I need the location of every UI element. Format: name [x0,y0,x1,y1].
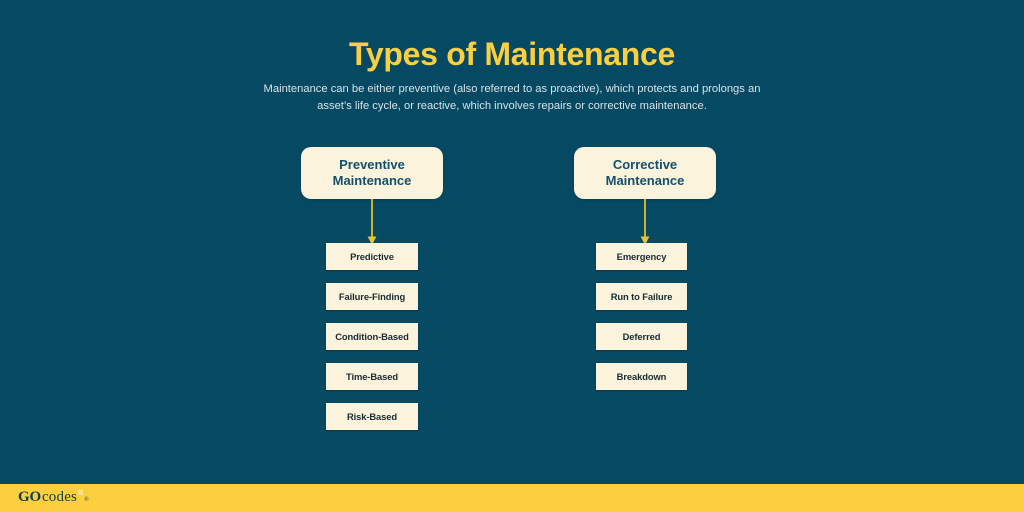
child-box-run-to-failure[interactable]: Run to Failure [596,283,687,310]
branch-box-preventive[interactable]: Preventive Maintenance [301,147,443,199]
child-label: Failure-Finding [338,291,406,302]
page-subtitle: Maintenance can be either preventive (al… [263,83,761,112]
gocodes-logo[interactable]: GO codes ® [18,489,89,506]
children-list-corrective: Emergency Run to Failure Deferred Breakd… [596,243,687,403]
branch-label-line2: Maintenance [605,173,685,188]
connector-arrow-corrective [640,199,650,245]
child-box-predictive[interactable]: Predictive [326,243,418,270]
branch-box-corrective[interactable]: Corrective Maintenance [574,147,716,199]
branch-label-line1: Preventive [339,157,405,172]
child-label: Time-Based [346,371,398,382]
logo-secondary-text: codes [41,489,78,505]
branch-label-line2: Maintenance [332,173,412,188]
child-box-deferred[interactable]: Deferred [596,323,687,350]
child-label: Run to Failure [610,291,673,302]
logo-primary-text: GO [18,489,41,505]
child-label: Breakdown [616,371,667,382]
child-box-emergency[interactable]: Emergency [596,243,687,270]
connector-arrow-preventive [367,199,377,245]
page-title: Types of Maintenance [349,36,675,72]
branch-label-corrective: Corrective Maintenance [606,157,685,189]
logo-registered-mark: ® [84,497,89,503]
child-label: Predictive [350,251,394,262]
child-box-time-based[interactable]: Time-Based [326,363,418,390]
infographic-canvas: Types of Maintenance Maintenance can be … [0,0,1024,512]
child-box-condition-based[interactable]: Condition-Based [326,323,418,350]
footer-bar: GO codes ® [0,484,1024,512]
child-box-failure-finding[interactable]: Failure-Finding [326,283,418,310]
child-label: Deferred [622,331,661,342]
branch-label-preventive: Preventive Maintenance [333,157,412,189]
child-label: Risk-Based [346,411,398,422]
child-box-risk-based[interactable]: Risk-Based [326,403,418,430]
branch-corrective-header: Corrective Maintenance [574,147,716,199]
children-list-preventive: Predictive Failure-Finding Condition-Bas… [326,243,418,443]
logo-square-icon [78,490,84,495]
child-label: Condition-Based [335,331,409,342]
branch-preventive-header: Preventive Maintenance [301,147,443,199]
branch-label-line1: Corrective [612,157,678,172]
child-label: Emergency [616,251,667,262]
child-box-breakdown[interactable]: Breakdown [596,363,687,390]
